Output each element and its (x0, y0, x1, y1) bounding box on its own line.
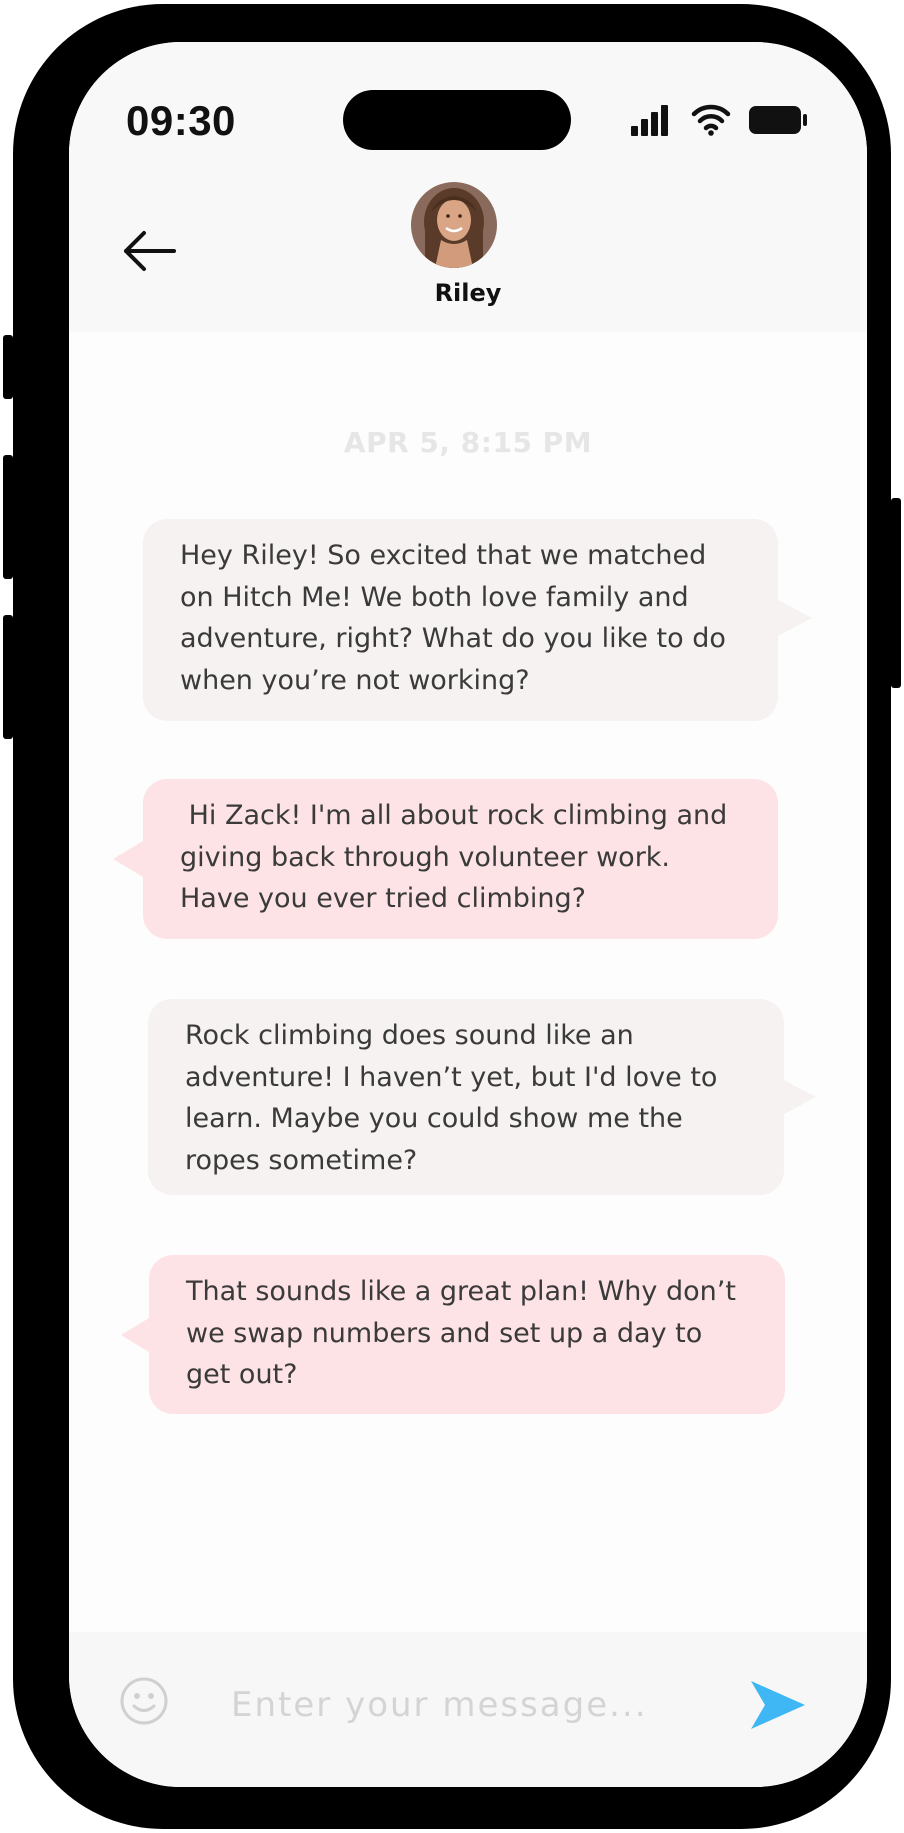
power-button (891, 498, 901, 688)
phone-frame: 09:30 Riley APR 5, 8:15 PM Hey Riley! So… (13, 4, 891, 1829)
cellular-signal-icon (631, 105, 668, 136)
phone-screen: 09:30 Riley APR 5, 8:15 PM Hey Riley! So… (69, 42, 867, 1787)
sent-message: Rock climbing does sound like an adventu… (148, 999, 784, 1195)
message-list[interactable]: APR 5, 8:15 PM Hey Riley! So excited tha… (69, 332, 867, 1632)
bubble-tail (121, 1318, 149, 1352)
message-composer (69, 1632, 867, 1787)
status-time: 09:30 (126, 97, 236, 144)
chat-header: 09:30 Riley (69, 42, 867, 332)
date-stamp: APR 5, 8:15 PM (343, 426, 593, 459)
volume-down-button (3, 615, 13, 739)
avatar[interactable] (411, 182, 497, 268)
status-icons (619, 102, 819, 138)
dynamic-island (343, 90, 571, 150)
smiley-face-icon[interactable] (119, 1676, 169, 1726)
wifi-icon (691, 104, 731, 136)
mute-switch (3, 335, 13, 399)
bubble-tail (113, 841, 143, 877)
battery-icon (749, 106, 807, 134)
avatar-image (411, 182, 497, 268)
received-message: Hi Zack! I'm all about rock climbing and… (143, 779, 778, 939)
sent-message: Hey Riley! So excited that we matched on… (143, 519, 778, 721)
volume-up-button (3, 455, 13, 579)
received-message: That sounds like a great plan! Why don’t… (149, 1255, 785, 1414)
arrow-left-icon[interactable] (122, 229, 178, 273)
message-input[interactable] (229, 1676, 683, 1734)
bubble-tail (784, 1080, 816, 1114)
contact-name: Riley (434, 279, 502, 307)
send-arrow-icon[interactable] (749, 1679, 807, 1731)
bubble-tail (778, 600, 812, 636)
